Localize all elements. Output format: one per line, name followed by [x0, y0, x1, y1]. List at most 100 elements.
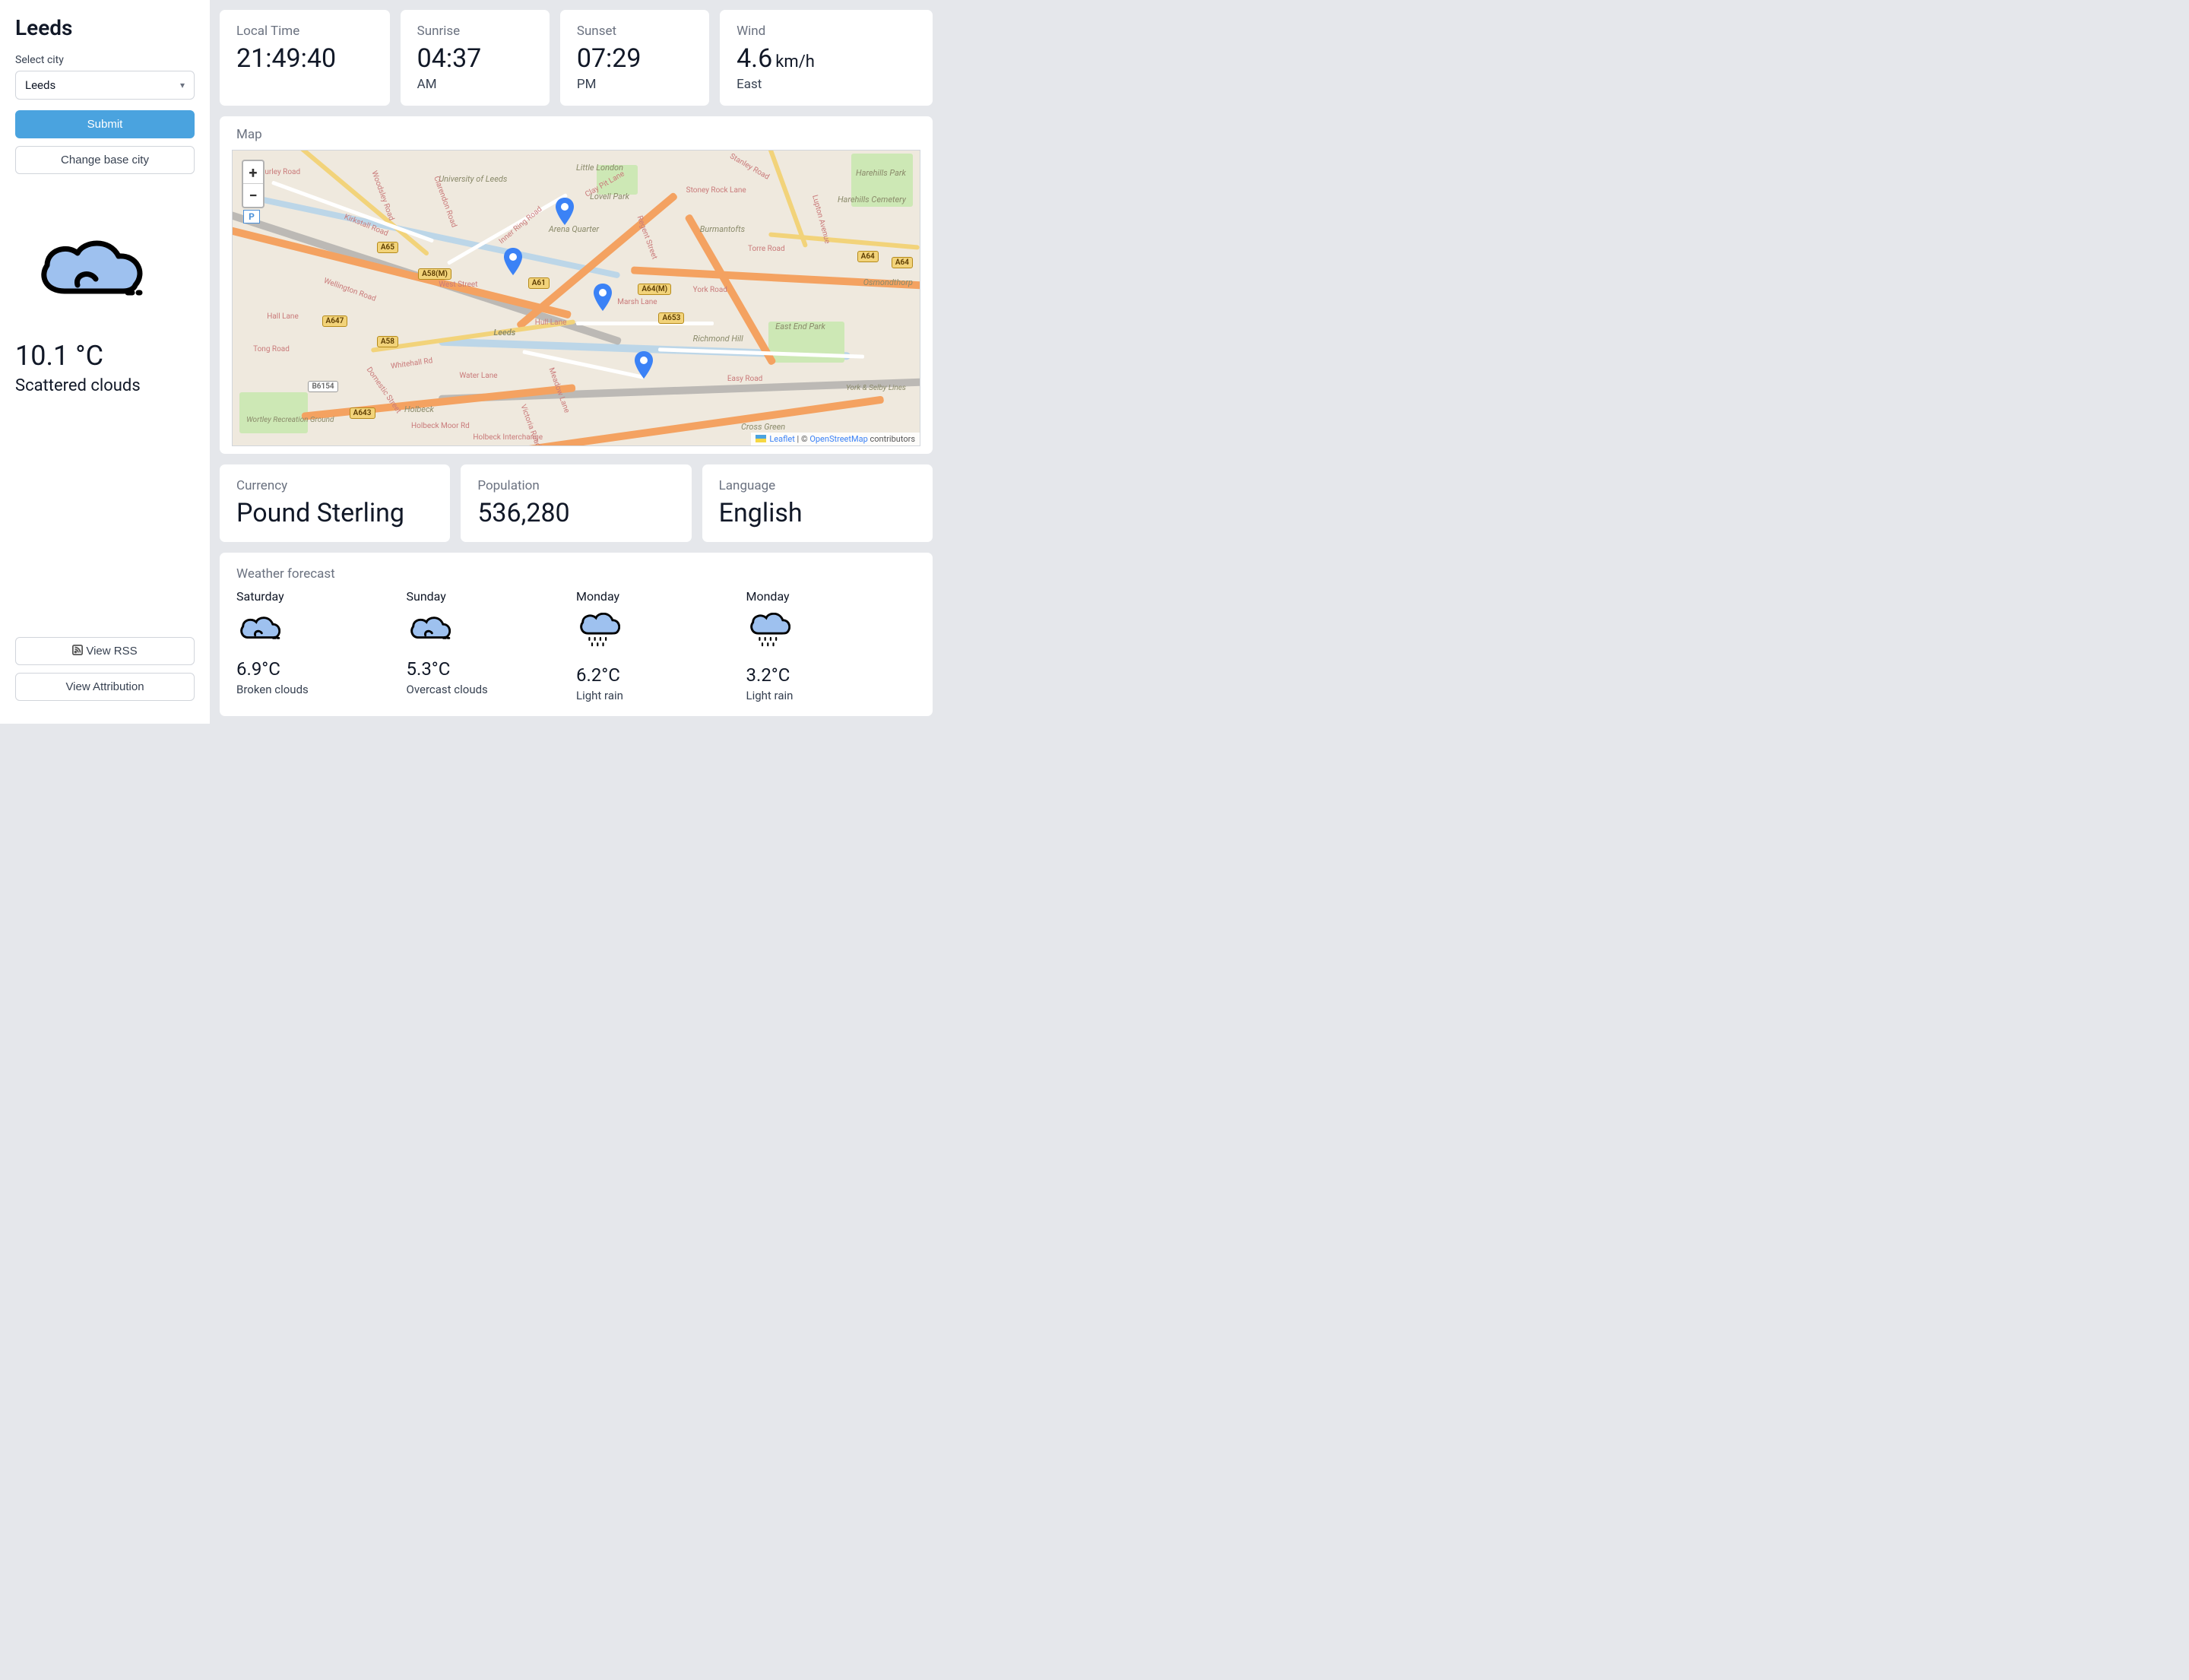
sunset-value: 07:29: [577, 43, 692, 74]
map-label-text: Hull Lane: [535, 319, 567, 327]
city-heading: Leeds: [15, 15, 195, 40]
forecast-card: Weather forecast Saturday 6.9°C Broken clo…: [219, 552, 933, 717]
local-time-label: Local Time: [236, 24, 373, 39]
forecast-grid: Saturday 6.9°C Broken clouds Sunday 5.3°C Ove…: [236, 589, 916, 702]
map-label-text: Tong Road: [253, 345, 290, 353]
forecast-day: Monday 3.2°C Light rain: [746, 589, 917, 702]
wind-direction: East: [737, 77, 916, 92]
forecast-label: Weather forecast: [236, 566, 916, 582]
forecast-day: Sunday 5.3°C Overcast clouds: [407, 589, 577, 702]
view-rss-label: View RSS: [86, 645, 137, 658]
sidebar: Leeds Select city Leeds ▾ Submit Change …: [0, 0, 210, 724]
sunrise-value: 04:37: [417, 43, 533, 74]
city-select[interactable]: Leeds ▾: [15, 71, 195, 100]
select-city-label: Select city: [15, 54, 195, 66]
summary-row: Local Time 21:49:40 Sunrise 04:37 AM Sun…: [219, 9, 933, 106]
zoom-in-button[interactable]: +: [243, 161, 263, 184]
cloud-icon: [407, 613, 577, 648]
map-card: Map: [219, 116, 933, 455]
map-marker-icon[interactable]: [594, 284, 612, 311]
map-label-text: Stoney Rock Lane: [686, 186, 746, 195]
road-shield: A64: [857, 251, 879, 262]
sunset-label: Sunset: [577, 24, 692, 39]
forecast-day-name: Sunday: [407, 589, 577, 604]
map-label-text: Holbeck: [404, 404, 434, 414]
forecast-temp: 5.3°C: [407, 658, 577, 680]
map-label-text: Burley Road: [260, 168, 300, 176]
map-zoom-control: + −: [242, 160, 265, 208]
sunrise-suffix: AM: [417, 77, 533, 92]
current-temperature: 10.1 °C: [15, 340, 195, 372]
map-label-text: West Street: [439, 281, 477, 289]
leaflet-link[interactable]: Leaflet: [769, 434, 794, 444]
map-label-text: Hall Lane: [267, 312, 299, 321]
map-marker-icon[interactable]: [556, 198, 574, 225]
map-label-text: Torre Road: [748, 245, 785, 253]
rss-icon: [72, 645, 83, 655]
road-shield: B6154: [308, 381, 337, 392]
forecast-day-name: Saturday: [236, 589, 407, 604]
change-base-city-button[interactable]: Change base city: [15, 146, 195, 174]
cloud-icon: [30, 230, 152, 306]
map-label-text: East End Park: [775, 322, 825, 331]
road-shield: A643: [350, 407, 375, 419]
map-label-text: Marsh Lane: [617, 298, 657, 306]
map-label-text: Burmantofts: [700, 224, 745, 234]
sunrise-label: Sunrise: [417, 24, 533, 39]
forecast-temp: 3.2°C: [746, 664, 917, 686]
sunset-card: Sunset 07:29 PM: [559, 9, 710, 106]
forecast-day-name: Monday: [576, 589, 746, 604]
map-marker-icon[interactable]: [635, 351, 653, 379]
current-description: Scattered clouds: [15, 376, 195, 395]
info-row: Currency Pound Sterling Population 536,2…: [219, 464, 933, 543]
population-value: 536,280: [477, 498, 674, 528]
local-time-card: Local Time 21:49:40: [219, 9, 391, 106]
map[interactable]: A647 A65 A58(M) A58 A643 A61 A64(M) A653…: [232, 150, 920, 446]
map-label: Map: [232, 127, 920, 142]
zoom-out-button[interactable]: −: [243, 184, 263, 207]
map-label-text: Osmondthorp: [863, 277, 913, 287]
map-label-text: Holbeck Moor Rd: [411, 422, 470, 430]
map-marker-icon[interactable]: [504, 248, 522, 275]
forecast-temp: 6.9°C: [236, 658, 407, 680]
rain-icon: [576, 613, 746, 654]
map-label-text: Harehills Cemetery: [838, 195, 906, 204]
currency-value: Pound Sterling: [236, 498, 433, 528]
map-label-text: Little London: [576, 163, 623, 173]
map-label-text: Richmond Hill: [693, 334, 743, 344]
submit-button[interactable]: Submit: [15, 110, 195, 138]
road-shield: A64(M): [638, 284, 671, 295]
view-rss-button[interactable]: View RSS: [15, 637, 195, 665]
map-label-text: University of Leeds: [439, 174, 507, 184]
map-label-text: Harehills Park: [856, 168, 906, 178]
map-label-text: Cross Green: [741, 422, 785, 432]
forecast-desc: Broken clouds: [236, 683, 407, 696]
forecast-desc: Light rain: [576, 689, 746, 702]
cloud-icon: [236, 613, 407, 648]
current-weather: 10.1 °C Scattered clouds: [15, 230, 195, 395]
wind-value: 4.6km/h: [737, 43, 916, 74]
city-select-value: Leeds: [25, 78, 55, 92]
road-shield: A64: [892, 257, 913, 268]
map-label-text: Water Lane: [459, 372, 497, 380]
parking-icon: P: [243, 210, 260, 223]
road-shield: A647: [322, 315, 348, 327]
forecast-desc: Overcast clouds: [407, 683, 577, 696]
forecast-day: Saturday 6.9°C Broken clouds: [236, 589, 407, 702]
rain-icon: [746, 613, 917, 654]
view-attribution-button[interactable]: View Attribution: [15, 673, 195, 701]
population-card: Population 536,280: [460, 464, 692, 543]
osm-link[interactable]: OpenStreetMap: [809, 434, 867, 444]
currency-card: Currency Pound Sterling: [219, 464, 451, 543]
language-label: Language: [719, 478, 916, 493]
flag-icon: [756, 435, 766, 442]
map-label-text: Easy Road: [727, 375, 762, 383]
language-card: Language English: [702, 464, 933, 543]
forecast-desc: Light rain: [746, 689, 917, 702]
forecast-day-name: Monday: [746, 589, 917, 604]
local-time-value: 21:49:40: [236, 43, 373, 74]
chevron-down-icon: ▾: [180, 80, 185, 90]
road-shield: A65: [377, 242, 398, 253]
language-value: English: [719, 498, 916, 528]
sunrise-card: Sunrise 04:37 AM: [400, 9, 550, 106]
